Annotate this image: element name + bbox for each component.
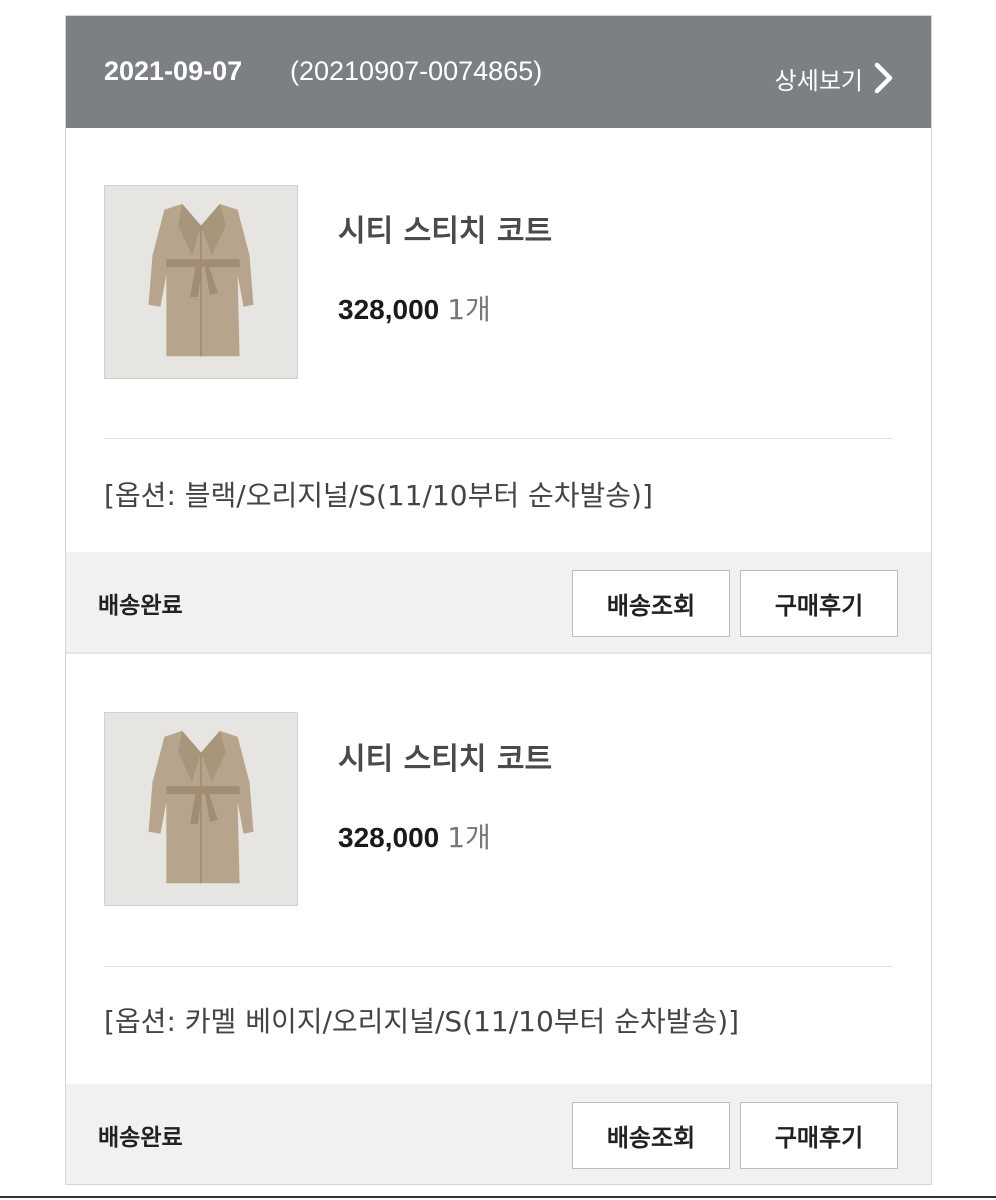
product-thumbnail[interactable] bbox=[104, 185, 298, 379]
product-quantity: 1개 bbox=[447, 821, 491, 854]
order-item: 시티 스티치 코트 328,000 1개 [옵션: 카멜 베이지/오리지널/S(… bbox=[66, 654, 931, 1184]
price-row: 328,000 1개 bbox=[338, 816, 491, 856]
status-bar: 배송완료 배송조회 구매후기 bbox=[66, 552, 931, 652]
write-review-button[interactable]: 구매후기 bbox=[740, 1102, 898, 1169]
delivery-status: 배송완료 bbox=[98, 593, 183, 619]
product-name[interactable]: 시티 스티치 코트 bbox=[338, 206, 552, 250]
order-header: 2021-09-07 (20210907-0074865) 상세보기 bbox=[66, 16, 931, 128]
write-review-button[interactable]: 구매후기 bbox=[740, 570, 898, 637]
track-delivery-button[interactable]: 배송조회 bbox=[572, 1102, 730, 1169]
page-bottom-border bbox=[0, 1196, 996, 1198]
order-date: 2021-09-07 bbox=[104, 56, 243, 86]
order-card: 2021-09-07 (20210907-0074865) 상세보기 시티 스티… bbox=[65, 15, 932, 1185]
price-row: 328,000 1개 bbox=[338, 288, 491, 328]
product-thumbnail[interactable] bbox=[104, 712, 298, 906]
delivery-status: 배송완료 bbox=[98, 1125, 183, 1151]
coat-image bbox=[105, 186, 297, 378]
product-option: [옵션: 블랙/오리지널/S(11/10부터 순차발송)] bbox=[104, 479, 653, 512]
divider bbox=[104, 438, 893, 439]
track-delivery-button[interactable]: 배송조회 bbox=[572, 570, 730, 637]
product-price: 328,000 bbox=[338, 294, 440, 325]
chevron-right-icon bbox=[873, 62, 895, 94]
order-detail-label: 상세보기 bbox=[774, 66, 863, 95]
product-quantity: 1개 bbox=[447, 293, 491, 326]
product-price: 328,000 bbox=[338, 822, 440, 853]
order-detail-link[interactable]: 상세보기 bbox=[775, 58, 895, 98]
coat-image bbox=[105, 713, 297, 905]
product-option: [옵션: 카멜 베이지/오리지널/S(11/10부터 순차발송)] bbox=[104, 1005, 740, 1038]
order-number: (20210907-0074865) bbox=[290, 56, 543, 86]
status-bar: 배송완료 배송조회 구매후기 bbox=[66, 1084, 931, 1184]
order-item: 시티 스티치 코트 328,000 1개 [옵션: 블랙/오리지널/S(11/1… bbox=[66, 128, 931, 652]
product-name[interactable]: 시티 스티치 코트 bbox=[338, 734, 552, 778]
divider bbox=[104, 966, 893, 967]
